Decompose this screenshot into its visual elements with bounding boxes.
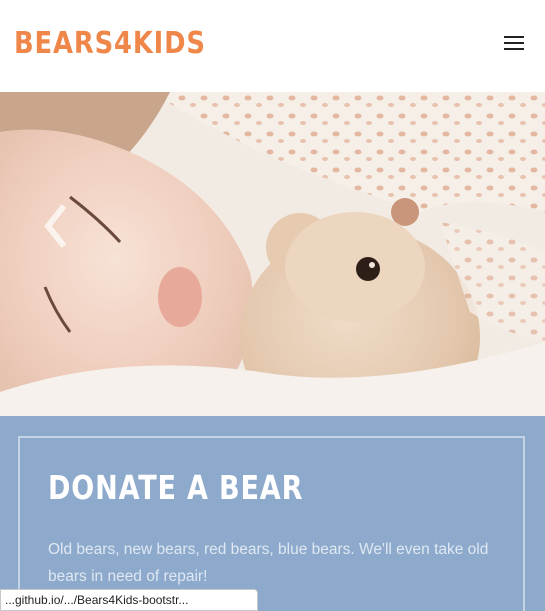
chevron-left-icon — [44, 204, 67, 248]
donate-text: Old bears, new bears, red bears, blue be… — [48, 541, 489, 585]
donate-box: DONATE A BEAR Old bears, new bears, red … — [18, 436, 525, 611]
brand-logo[interactable]: BEARS4KIDS — [14, 26, 206, 61]
navbar: BEARS4KIDS — [0, 0, 545, 92]
hero-image — [0, 92, 545, 416]
status-bar-url: ...github.io/.../Bears4Kids-bootstr... — [0, 589, 258, 611]
carousel-prev-button[interactable] — [34, 196, 74, 256]
donate-section: DONATE A BEAR Old bears, new bears, red … — [0, 416, 545, 611]
hero-carousel — [0, 92, 545, 416]
donate-title: DONATE A BEAR — [48, 468, 304, 507]
hamburger-menu-button[interactable] — [502, 34, 528, 54]
hamburger-menu-icon — [504, 36, 524, 38]
